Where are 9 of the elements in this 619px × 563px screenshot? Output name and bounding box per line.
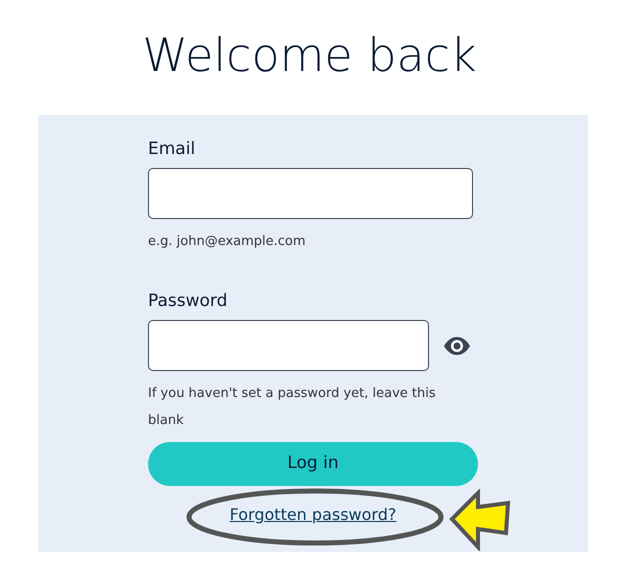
field-label: Email [148, 138, 196, 161]
hint-text: e.g. john@example.com [148, 233, 307, 251]
login-button[interactable]: Log in [148, 442, 478, 486]
input-field[interactable] [148, 168, 473, 219]
input-field[interactable] [148, 320, 429, 371]
page-title: Welcome back [141, 27, 478, 84]
field-label: Password [148, 290, 228, 313]
eye-icon[interactable] [443, 336, 471, 356]
hint-text: If you haven't set a password yet, leave this blank [148, 385, 437, 430]
